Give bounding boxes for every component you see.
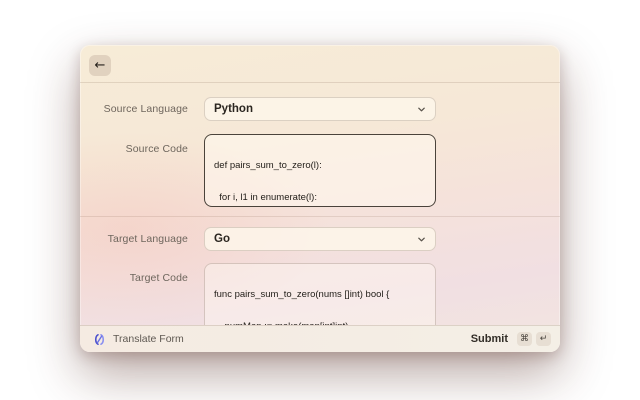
chevron-down-icon: [417, 235, 426, 244]
source-code-editor[interactable]: def pairs_sum_to_zero(l): for i, l1 in e…: [204, 134, 436, 207]
translate-form-logo-icon: [93, 333, 106, 346]
source-language-label: Source Language: [80, 103, 188, 115]
command-key-icon[interactable]: ⌘: [517, 332, 532, 346]
back-button[interactable]: ←: [89, 55, 111, 76]
translate-form-window: ← Source Language Python Source Code def…: [80, 45, 560, 352]
chevron-down-icon: [417, 105, 426, 114]
action-bar-left: Translate Form: [93, 333, 471, 346]
target-code-label: Target Code: [80, 272, 188, 284]
source-language-value: Python: [214, 103, 417, 115]
source-language-select[interactable]: Python: [204, 97, 436, 121]
source-code-label: Source Code: [80, 143, 188, 155]
code-line: def pairs_sum_to_zero(l):: [214, 161, 426, 172]
desktop-background: ← Source Language Python Source Code def…: [0, 0, 640, 400]
section-divider: [80, 216, 560, 217]
app-name: Translate Form: [113, 333, 184, 345]
target-language-value: Go: [214, 233, 417, 245]
target-language-select[interactable]: Go: [204, 227, 436, 251]
action-bar: Translate Form Submit ⌘ ↵: [80, 325, 560, 352]
code-line: for i, l1 in enumerate(l):: [214, 193, 426, 204]
return-key-icon[interactable]: ↵: [536, 332, 551, 346]
submit-button[interactable]: Submit: [471, 333, 508, 345]
code-line: func pairs_sum_to_zero(nums []int) bool …: [214, 290, 426, 301]
action-bar-right: Submit ⌘ ↵: [471, 332, 551, 346]
target-language-label: Target Language: [80, 233, 188, 245]
window-header: ←: [80, 45, 560, 83]
